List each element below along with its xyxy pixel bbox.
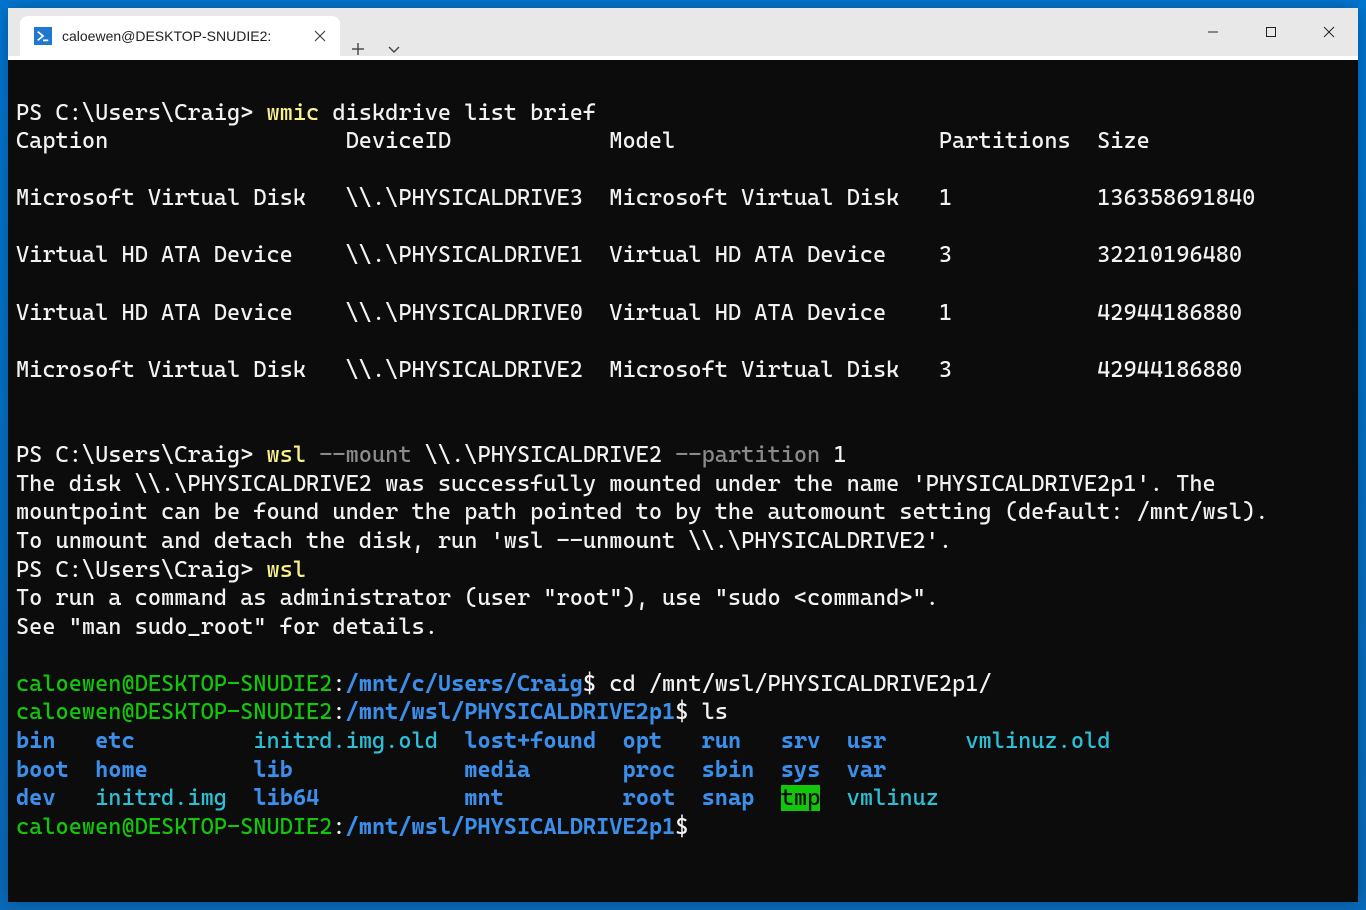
linux-user: caloewen@DESKTOP-SNUDIE2 [16,699,332,725]
ls-dir: dev [16,785,56,811]
drive-model: Microsoft Virtual Disk [609,185,899,211]
maximize-button[interactable] [1242,8,1300,56]
cmd-opt: --partition [662,442,820,468]
tab-title: caloewen@DESKTOP-SNUDIE2: [62,28,300,44]
cmd-args: diskdrive list brief [319,100,596,126]
cmd-arg: 1 [820,442,846,468]
drive-partitions: 3 [939,242,952,268]
col-caption: Caption [16,128,108,154]
ls-dir: lib64 [253,785,319,811]
ls-link: initrd.img [95,785,227,811]
drive-caption: Microsoft Virtual Disk [16,185,306,211]
cmd: wmic [267,100,320,126]
ps-prompt: PS C:\Users\Craig> [16,557,267,583]
ls-sticky-dir: tmp [781,785,821,811]
ls-dir: opt [623,728,663,754]
linux-user: caloewen@DESKTOP-SNUDIE2 [16,671,332,697]
minimize-button[interactable] [1184,8,1242,56]
drive-deviceid: \\.\PHYSICALDRIVE3 [346,185,583,211]
ls-dir: home [95,757,148,783]
terminal-content[interactable]: PS C:\Users\Craig> wmic diskdrive list b… [8,56,1358,902]
ls-dir: srv [781,728,821,754]
drive-partitions: 1 [939,300,952,326]
drive-deviceid: \\.\PHYSICALDRIVE2 [346,357,583,383]
powershell-icon [34,27,52,45]
drive-deviceid: \\.\PHYSICALDRIVE1 [346,242,583,268]
drive-model: Virtual HD ATA Device [609,242,886,268]
drive-caption: Virtual HD ATA Device [16,300,293,326]
drive-size: 32210196480 [1097,242,1242,268]
drive-caption: Microsoft Virtual Disk [16,357,306,383]
linux-path: /mnt/wsl/PHYSICALDRIVE2p1 [346,699,676,725]
linux-cmd: ls [702,699,728,725]
drive-model: Virtual HD ATA Device [609,300,886,326]
col-model: Model [609,128,675,154]
linux-prompt-dollar: $ [675,814,688,840]
ps-prompt: PS C:\Users\Craig> [16,442,267,468]
ls-dir: lib [253,757,293,783]
titlebar[interactable]: caloewen@DESKTOP-SNUDIE2: [8,8,1358,56]
cmd-arg: \\.\PHYSICALDRIVE2 [412,442,663,468]
linux-path: /mnt/wsl/PHYSICALDRIVE2p1 [346,814,676,840]
sudo-message: To run a command as administrator (user … [16,585,939,640]
drive-model: Microsoft Virtual Disk [609,357,899,383]
ls-dir: sys [781,757,821,783]
new-tab-button[interactable] [340,42,376,56]
ls-link: initrd.img.old [253,728,438,754]
terminal-window: caloewen@DESKTOP-SNUDIE2: [8,8,1358,902]
ls-dir: bin [16,728,56,754]
ls-dir: sbin [702,757,755,783]
tab-close-button[interactable] [310,26,330,46]
cmd-opt: --mount [306,442,411,468]
linux-user: caloewen@DESKTOP-SNUDIE2 [16,814,332,840]
window-controls [1184,8,1358,56]
titlebar-drag-region[interactable] [412,8,1184,56]
col-deviceid: DeviceID [346,128,451,154]
drive-size: 136358691840 [1097,185,1255,211]
ls-link: vmlinuz.old [965,728,1110,754]
ls-dir: root [623,785,676,811]
ls-dir: proc [622,757,675,783]
ls-dir: mnt [464,785,504,811]
cmd: wsl [267,557,307,583]
col-size: Size [1097,128,1150,154]
drive-deviceid: \\.\PHYSICALDRIVE0 [346,300,583,326]
ls-dir: etc [95,728,135,754]
linux-cmd: cd /mnt/wsl/PHYSICALDRIVE2p1/ [609,671,991,697]
tab-active[interactable]: caloewen@DESKTOP-SNUDIE2: [20,16,340,56]
drive-caption: Virtual HD ATA Device [16,242,293,268]
ls-dir: usr [847,728,887,754]
ls-dir: snap [702,785,755,811]
drive-partitions: 1 [939,185,952,211]
ls-dir: boot [16,757,69,783]
ps-prompt: PS C:\Users\Craig> [16,100,267,126]
ls-link: vmlinuz [847,785,939,811]
ls-dir: lost+found [464,728,596,754]
linux-path: /mnt/c/Users/Craig [346,671,583,697]
close-button[interactable] [1300,8,1358,56]
drive-partitions: 3 [939,357,952,383]
ls-dir: media [464,757,530,783]
drive-size: 42944186880 [1097,357,1242,383]
col-partitions: Partitions [939,128,1071,154]
mount-output: The disk \\.\PHYSICALDRIVE2 was successf… [16,471,1268,554]
ls-dir: run [702,728,742,754]
drive-size: 42944186880 [1097,300,1242,326]
tab-strip: caloewen@DESKTOP-SNUDIE2: [8,8,412,56]
cmd: wsl [267,442,307,468]
ls-dir: var [847,757,887,783]
tab-dropdown-button[interactable] [376,42,412,56]
